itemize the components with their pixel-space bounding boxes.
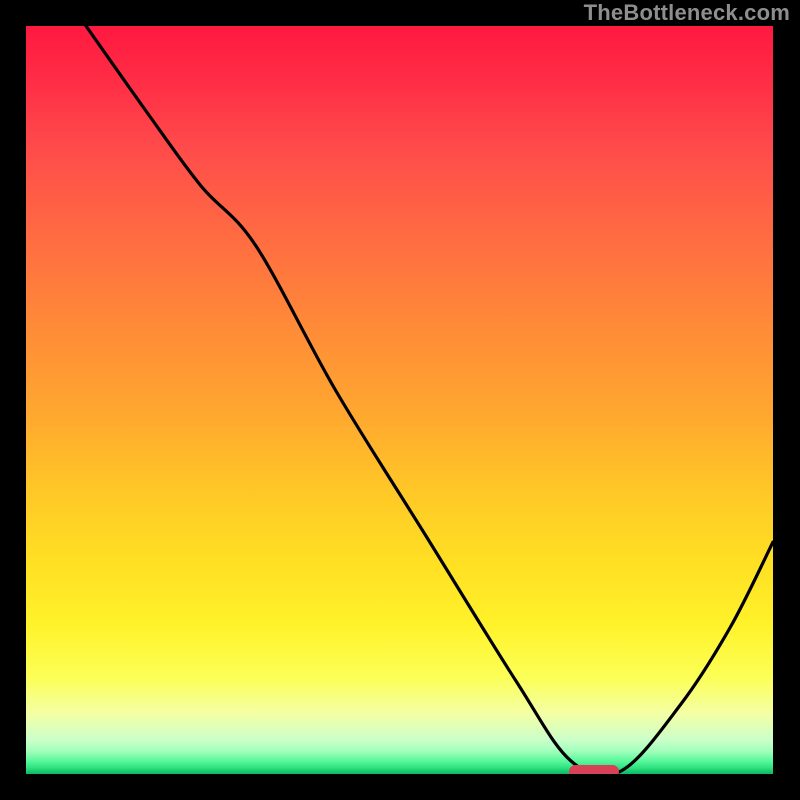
- watermark-text: TheBottleneck.com: [584, 0, 790, 26]
- optimum-marker: [569, 765, 619, 774]
- chart-container: TheBottleneck.com: [0, 0, 800, 800]
- curve-path: [86, 26, 773, 774]
- plot-area: [26, 26, 773, 774]
- bottleneck-curve: [26, 26, 773, 774]
